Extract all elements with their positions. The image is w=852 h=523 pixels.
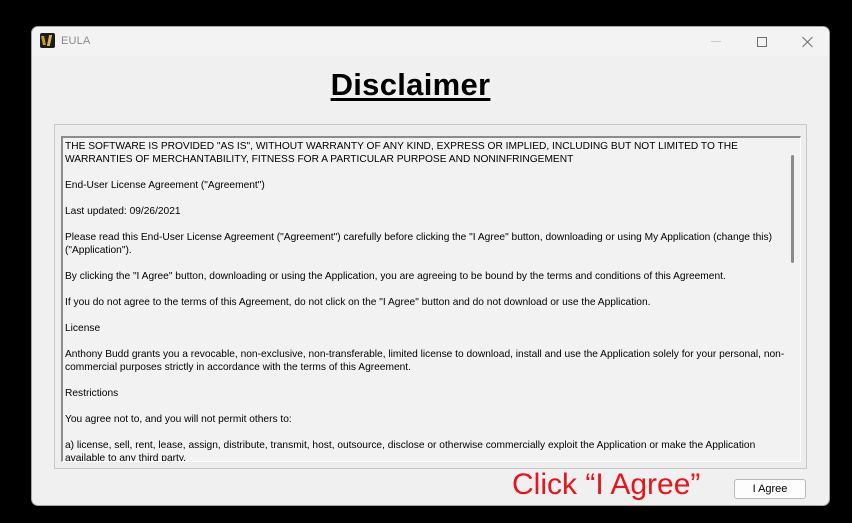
- eula-paragraph: THE SOFTWARE IS PROVIDED "AS IS", WITHOU…: [65, 141, 738, 165]
- eula-paragraph: If you do not agree to the terms of this…: [65, 297, 651, 308]
- eula-text: THE SOFTWARE IS PROVIDED "AS IS", WITHOU…: [65, 140, 787, 462]
- minimize-icon: [711, 41, 721, 42]
- eula-paragraph: You agree not to, and you will not permi…: [65, 414, 292, 425]
- close-icon: [802, 36, 814, 48]
- maximize-icon: [757, 36, 767, 47]
- eula-panel: THE SOFTWARE IS PROVIDED "AS IS", WITHOU…: [54, 124, 807, 469]
- app-logo-icon: [40, 33, 55, 48]
- eula-textbox[interactable]: THE SOFTWARE IS PROVIDED "AS IS", WITHOU…: [61, 136, 801, 462]
- eula-paragraph: Restrictions: [65, 388, 119, 399]
- eula-paragraph: End-User License Agreement ("Agreement"): [65, 180, 265, 191]
- eula-paragraph: Last updated: 09/26/2021: [65, 206, 181, 217]
- window-title: EULA: [61, 35, 91, 47]
- eula-paragraph: Please read this End-User License Agreem…: [65, 232, 773, 256]
- vertical-scrollbar[interactable]: [786, 140, 798, 458]
- close-button[interactable]: [785, 27, 829, 56]
- eula-paragraph: License: [65, 323, 101, 334]
- eula-paragraph: a) license, sell, rent, lease, assign, d…: [65, 440, 756, 462]
- i-agree-button[interactable]: I Agree: [734, 479, 806, 499]
- minimize-button[interactable]: [693, 27, 739, 56]
- page-title: Disclaimer: [330, 67, 491, 102]
- eula-paragraph: By clicking the "I Agree" button, downlo…: [65, 271, 726, 282]
- click-instruction-annotation: Click “I Agree”: [512, 468, 701, 501]
- scrollbar-thumb[interactable]: [791, 155, 794, 263]
- eula-paragraph: Anthony Budd grants you a revocable, non…: [65, 349, 785, 373]
- eula-window: EULA Disclaimer THE SOFTWARE IS PROVIDED…: [31, 26, 830, 506]
- title-bar[interactable]: EULA: [32, 27, 829, 56]
- maximize-button[interactable]: [739, 27, 785, 56]
